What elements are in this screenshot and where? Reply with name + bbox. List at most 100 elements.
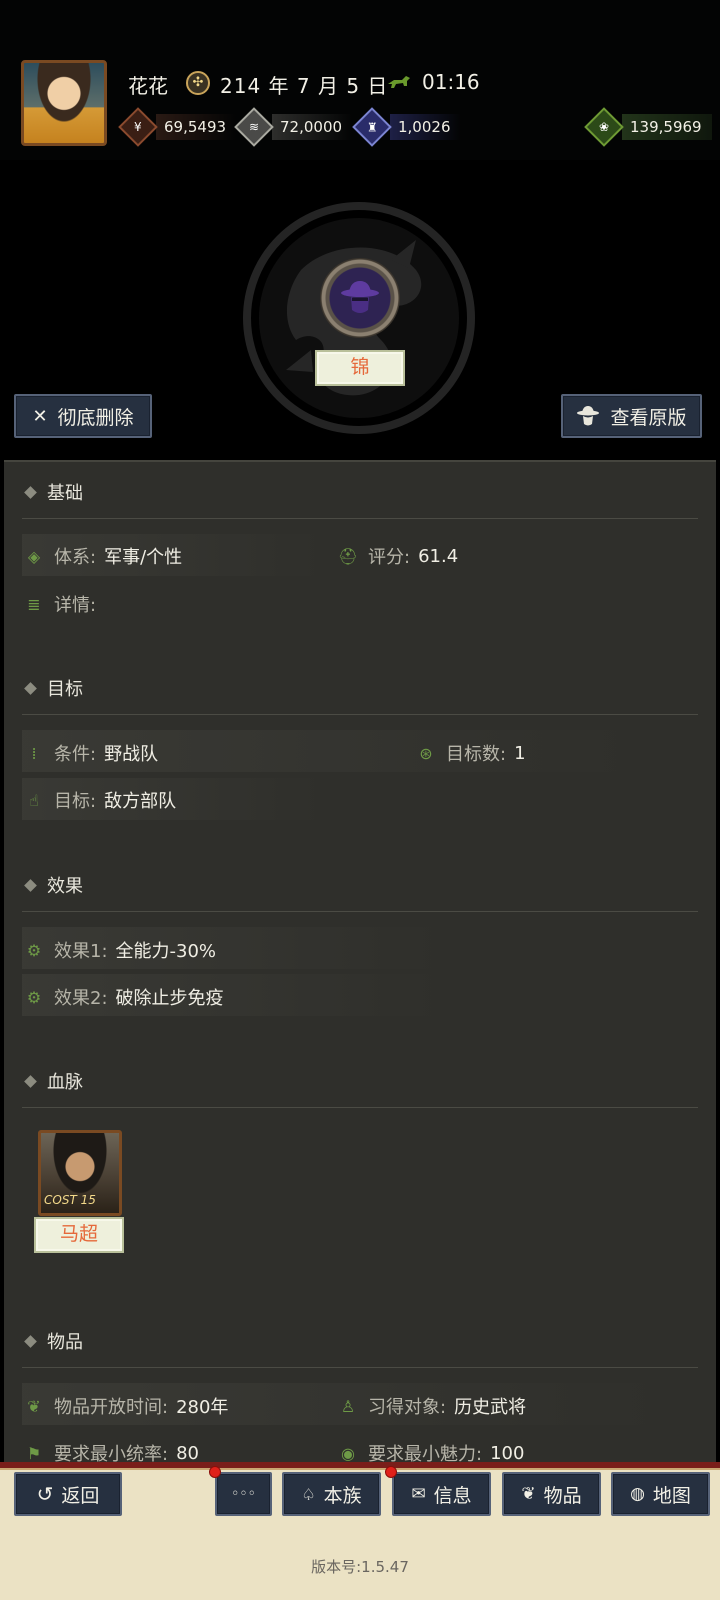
view-original-button[interactable]: 查看原版 <box>561 394 702 438</box>
eye-icon: ◉ <box>341 1443 355 1463</box>
soldier-resource[interactable]: ♜ 1,0026 <box>352 107 461 147</box>
condition-field: ⁞ 条件: 野战队 <box>24 740 158 766</box>
more-button[interactable]: ◦◦◦ <box>215 1472 272 1516</box>
gold-resource[interactable]: ¥ 69,5493 <box>118 107 237 147</box>
calendar-icon: ✣ <box>186 71 210 95</box>
helmet-icon: ⛑ <box>337 546 359 566</box>
view-original-label: 查看原版 <box>610 406 687 429</box>
condition-value: 野战队 <box>104 744 159 765</box>
min-command-value: 80 <box>176 1442 199 1464</box>
status-header: 花花 ✣ 214 年 7 月 5 日 01:16 ¥ 69,5493 ≋ 72,… <box>0 0 720 160</box>
player-avatar[interactable] <box>21 60 107 146</box>
player-name: 花花 <box>128 74 168 98</box>
diamond-bullet-icon <box>24 878 37 892</box>
section-bloodline-label: 血脉 <box>47 1072 83 1093</box>
silver-value: 72,0000 <box>272 114 353 140</box>
divider <box>22 1367 698 1368</box>
target-count-label: 目标数: <box>446 744 507 765</box>
effect1-value: 全能力-30% <box>115 941 217 962</box>
notification-dot <box>209 1466 221 1478</box>
footprints-icon: ⁞ <box>31 743 37 763</box>
section-target-label: 目标 <box>47 679 83 700</box>
score-field: ⛑ 评分: 61.4 <box>338 543 458 569</box>
open-time-field: ❦ 物品开放时间: 280年 <box>24 1393 228 1419</box>
info-label: 信息 <box>433 1484 472 1507</box>
emblem-name-tag: 锦 <box>315 350 405 386</box>
effect1-field: ⚙ 效果1: 全能力-30% <box>24 937 216 963</box>
section-item-label: 物品 <box>47 1332 83 1353</box>
close-icon: ✕ <box>32 405 48 427</box>
effect2-field: ⚙ 效果2: 破除止步免疫 <box>24 984 224 1010</box>
info-button[interactable]: ✉ 信息 <box>392 1472 491 1516</box>
dragon-icon: ❦ <box>521 1484 536 1504</box>
diamond-bullet-icon <box>24 1074 37 1088</box>
flag-icon: ⚑ <box>26 1443 42 1463</box>
effect2-value: 破除止步免疫 <box>115 988 224 1009</box>
system-field: ◈ 体系: 军事/个性 <box>24 543 182 569</box>
gear-icon: ⚙ <box>26 940 42 960</box>
dragon-icon: ❦ <box>27 1396 41 1416</box>
decorative-stripe <box>0 1462 720 1470</box>
min-charm-value: 100 <box>490 1442 525 1464</box>
target-count-field: ⊛ 目标数: 1 <box>416 740 526 766</box>
map-button[interactable]: ◍ 地图 <box>611 1472 710 1516</box>
horse-icon <box>388 76 410 88</box>
divider <box>22 518 698 519</box>
meditating-figure-icon: ♙ <box>340 1396 356 1416</box>
globe-icon: ◍ <box>630 1484 645 1504</box>
score-value: 61.4 <box>418 545 459 567</box>
silver-icon: ≋ <box>234 107 274 147</box>
delete-button[interactable]: ✕ 彻底删除 <box>14 394 152 438</box>
divider <box>22 911 698 912</box>
notification-dot <box>385 1466 397 1478</box>
section-effect-label: 效果 <box>47 876 83 897</box>
gold-icon: ¥ <box>118 107 158 147</box>
delete-label: 彻底删除 <box>57 406 134 429</box>
scroll-icon: ≣ <box>27 594 41 614</box>
detail-panel[interactable] <box>4 460 716 1480</box>
grain-resource[interactable]: ❀ 139,5969 <box>584 107 712 147</box>
effect2-label: 效果2: <box>54 988 108 1009</box>
divider <box>22 1107 698 1108</box>
divider <box>22 714 698 715</box>
clan-icon: ♤ <box>301 1484 316 1504</box>
back-label: 返回 <box>61 1484 100 1507</box>
spy-emblem-icon[interactable] <box>320 258 400 338</box>
system-label: 体系: <box>54 547 97 568</box>
silver-resource[interactable]: ≋ 72,0000 <box>234 107 353 147</box>
learn-target-label: 习得对象: <box>368 1397 447 1418</box>
detail-label: 详情: <box>54 595 97 616</box>
gear-icon: ⚙ <box>26 987 42 1007</box>
diamond-bullet-icon <box>24 681 37 695</box>
section-item-title: 物品 <box>24 1328 83 1354</box>
open-time-value: 280年 <box>176 1397 229 1418</box>
learn-target-field: ♙ 习得对象: 历史武将 <box>338 1393 526 1419</box>
soldier-value: 1,0026 <box>390 114 461 140</box>
open-time-label: 物品开放时间: <box>54 1397 169 1418</box>
soldier-icon: ♜ <box>352 107 392 147</box>
system-value: 军事/个性 <box>104 547 183 568</box>
map-label: 地图 <box>652 1484 691 1507</box>
target-field: ☝ 目标: 敌方部队 <box>24 787 176 813</box>
section-effect-title: 效果 <box>24 872 83 898</box>
section-basic-title: 基础 <box>24 479 83 505</box>
back-button[interactable]: ↺ 返回 <box>14 1472 122 1516</box>
target-value: 敌方部队 <box>104 791 177 812</box>
spy-icon <box>577 406 600 426</box>
target-count-value: 1 <box>514 742 526 764</box>
more-label: ◦◦◦ <box>231 1486 256 1502</box>
items-label: 物品 <box>543 1484 582 1507</box>
diamond-bullet-icon <box>24 1334 37 1348</box>
diamond-bullet-icon <box>24 485 37 499</box>
clan-label: 本族 <box>323 1484 362 1507</box>
crosshair-icon: ⊛ <box>419 743 433 763</box>
score-label: 评分: <box>368 547 411 568</box>
version-label: 版本号:1.5.47 <box>311 1558 409 1576</box>
gold-value: 69,5493 <box>156 114 237 140</box>
hero-name-tag[interactable]: 马超 <box>34 1217 124 1253</box>
game-time: 01:16 <box>422 70 480 94</box>
learn-target-value: 历史武将 <box>454 1397 527 1418</box>
section-bloodline-title: 血脉 <box>24 1068 83 1094</box>
clan-button[interactable]: ♤ 本族 <box>282 1472 381 1516</box>
items-button[interactable]: ❦ 物品 <box>502 1472 601 1516</box>
